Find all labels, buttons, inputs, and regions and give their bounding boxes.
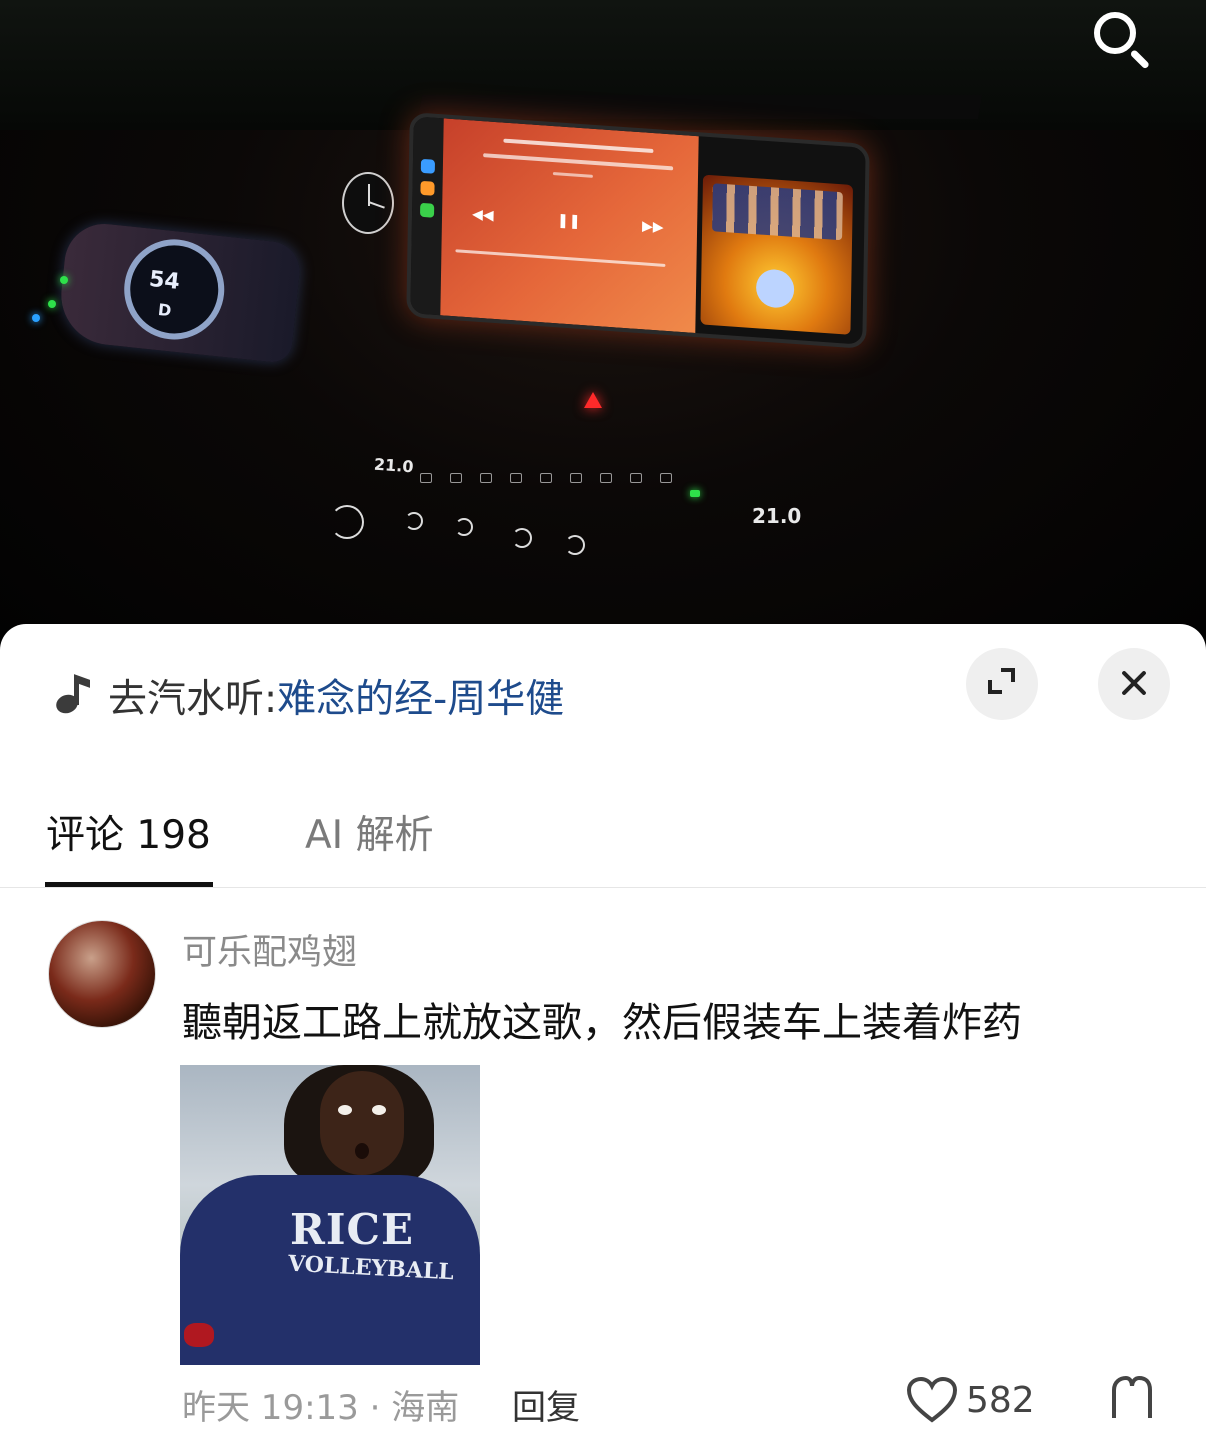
track-knob bbox=[512, 528, 532, 548]
hazard-button-icon bbox=[584, 392, 602, 408]
avatar[interactable] bbox=[48, 920, 156, 1028]
shirt-text: RICE bbox=[290, 1205, 414, 1254]
temp-right: 21.0 bbox=[752, 504, 802, 528]
comment-sheet: 去汽水听: 难念的经-周华健 评论 198 AI 解析 可乐配鸡翅 聽朝返工路上… bbox=[0, 624, 1206, 1449]
radio-knob bbox=[405, 512, 423, 530]
expand-icon bbox=[988, 680, 1002, 694]
like-button[interactable]: 582 bbox=[906, 1372, 1035, 1428]
search-button[interactable] bbox=[1086, 4, 1160, 74]
track-knob bbox=[565, 535, 585, 555]
music-title: 难念的经-周华健 bbox=[277, 677, 565, 722]
tab-ai-analysis[interactable]: AI 解析 bbox=[305, 804, 434, 860]
comment-image[interactable]: RICE VOLLEYBALL bbox=[180, 1065, 480, 1365]
comment-item: 可乐配鸡翅 聽朝返工路上就放这歌，然后假装车上装着炸药 RICE VOLLEYB… bbox=[0, 920, 1206, 1449]
active-tab-indicator bbox=[45, 882, 213, 887]
tab-bar: 评论 198 AI 解析 bbox=[0, 794, 1206, 888]
indicator-light bbox=[48, 300, 56, 308]
temp-left: 21.0 bbox=[373, 454, 415, 477]
close-button[interactable] bbox=[1098, 648, 1170, 720]
indicator-light bbox=[690, 490, 700, 497]
video-player[interactable]: 54 D ◀◀ ❚❚ ▶▶ 21.0 21.0 bbox=[0, 0, 1206, 650]
rewind-icon: ◀◀ bbox=[471, 206, 494, 224]
like-count: 582 bbox=[966, 1379, 1035, 1421]
gear-readout: D bbox=[157, 299, 173, 321]
infotainment-screen: ◀◀ ❚❚ ▶▶ bbox=[406, 112, 870, 349]
windshield-frame bbox=[417, 95, 983, 119]
media-knob bbox=[455, 518, 473, 536]
pause-icon: ❚❚ bbox=[556, 212, 581, 230]
reply-button[interactable]: 回复 bbox=[512, 1380, 580, 1429]
comment-meta: 昨天 19:13 · 海南 bbox=[182, 1388, 460, 1428]
volume-knob bbox=[330, 505, 364, 539]
music-note-icon bbox=[50, 673, 94, 719]
analog-clock bbox=[342, 172, 394, 234]
indicator-light bbox=[60, 276, 68, 284]
speed-readout: 54 bbox=[147, 266, 181, 295]
comment-username[interactable]: 可乐配鸡翅 bbox=[182, 924, 357, 975]
comment-text: 聽朝返工路上就放这歌，然后假装车上装着炸药 bbox=[182, 1000, 1022, 1046]
indicator-light bbox=[32, 314, 40, 322]
music-prefix: 去汽水听: bbox=[108, 677, 278, 722]
expand-button[interactable] bbox=[966, 648, 1038, 720]
carplay-dock bbox=[410, 116, 444, 316]
instrument-cluster: 54 D bbox=[56, 220, 303, 364]
heart-icon bbox=[906, 1376, 958, 1424]
search-icon bbox=[1094, 12, 1136, 54]
album-art bbox=[700, 174, 854, 335]
music-link[interactable]: 去汽水听: 难念的经-周华健 bbox=[50, 668, 564, 724]
now-playing-panel: ◀◀ ❚❚ ▶▶ bbox=[440, 118, 699, 334]
tab-comments[interactable]: 评论 198 bbox=[46, 804, 211, 860]
dislike-icon[interactable] bbox=[1108, 1374, 1156, 1422]
forward-icon: ▶▶ bbox=[641, 218, 664, 236]
